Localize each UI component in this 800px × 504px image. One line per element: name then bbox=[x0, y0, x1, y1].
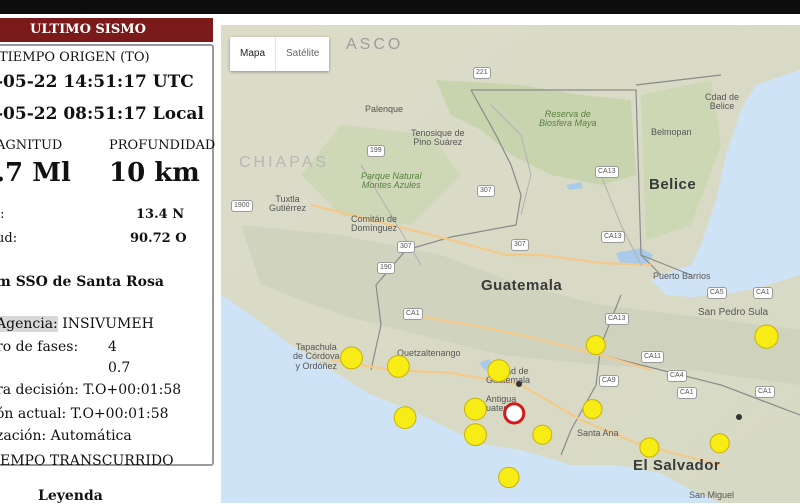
map-view[interactable]: Mapa Satélite ASCO CHIAPAS Guatemala Bel… bbox=[221, 25, 800, 503]
earthquake-info-panel: ULTIMO SISMO TIEMPO ORIGEN (TO) -05-22 1… bbox=[0, 18, 216, 504]
legend-title: Leyenda bbox=[38, 488, 103, 504]
magnitude-value: .7 Ml bbox=[0, 158, 71, 188]
current-time: ón actual: T.O+00:01:58 bbox=[0, 406, 169, 422]
earthquake-marker[interactable] bbox=[709, 433, 730, 454]
location-description: m SSO de Santa Rosa bbox=[0, 274, 164, 290]
agency-value: INSIVUMEH bbox=[62, 316, 154, 332]
earthquake-marker[interactable] bbox=[639, 437, 660, 458]
latitude-value: 13.4 N bbox=[136, 207, 185, 222]
origin-time-utc: -05-22 14:51:17 UTC bbox=[0, 72, 194, 92]
origin-time-label: TIEMPO ORIGEN (TO) bbox=[0, 50, 150, 65]
decision-time: ra decisión: T.O+00:01:58 bbox=[0, 382, 182, 398]
longitude-label: ud: bbox=[0, 231, 18, 246]
earthquake-marker[interactable] bbox=[464, 423, 487, 447]
map-type-control[interactable]: Mapa Satélite bbox=[230, 37, 330, 71]
earthquake-marker[interactable] bbox=[582, 399, 603, 420]
elapsed-time-label: EMPO TRANSCURRIDO bbox=[0, 453, 174, 469]
earthquake-marker[interactable] bbox=[393, 406, 417, 430]
earthquake-marker[interactable] bbox=[387, 355, 410, 378]
agency-label: Agencia: bbox=[0, 316, 58, 332]
earthquake-layer bbox=[340, 324, 779, 489]
earthquake-marker[interactable] bbox=[340, 346, 363, 370]
depth-value: 10 km bbox=[109, 158, 200, 188]
panel-header: ULTIMO SISMO bbox=[0, 18, 213, 42]
earthquake-marker[interactable] bbox=[498, 466, 520, 489]
capital-marker bbox=[516, 381, 522, 387]
phases-label: ro de fases: bbox=[0, 339, 79, 355]
rms-value: 0.7 bbox=[108, 360, 131, 376]
earthquake-marker[interactable] bbox=[754, 324, 779, 349]
event-details-box: TIEMPO ORIGEN (TO) -05-22 14:51:17 UTC -… bbox=[0, 44, 216, 466]
earthquake-marker[interactable] bbox=[464, 397, 487, 421]
phases-value: 4 bbox=[108, 339, 117, 355]
earthquake-marker[interactable] bbox=[585, 335, 606, 356]
origin-time-local: -05-22 08:51:17 Local bbox=[0, 104, 204, 124]
agency-row: Agencia: INSIVUMEH bbox=[0, 316, 154, 332]
longitude-value: 90.72 O bbox=[130, 231, 187, 246]
location-type: zación: Automática bbox=[0, 428, 132, 444]
top-bar bbox=[0, 0, 800, 14]
latitude-label: l: bbox=[0, 207, 5, 222]
latest-earthquake-marker[interactable] bbox=[503, 402, 526, 425]
depth-label: PROFUNDIDAD bbox=[109, 138, 216, 153]
capital-marker bbox=[736, 414, 742, 420]
earthquake-marker[interactable] bbox=[532, 424, 553, 445]
map-type-map-button[interactable]: Mapa bbox=[230, 37, 276, 71]
earthquake-marker[interactable] bbox=[487, 359, 511, 383]
map-type-satellite-button[interactable]: Satélite bbox=[275, 37, 330, 71]
magnitude-label: AGNITUD bbox=[0, 138, 63, 153]
